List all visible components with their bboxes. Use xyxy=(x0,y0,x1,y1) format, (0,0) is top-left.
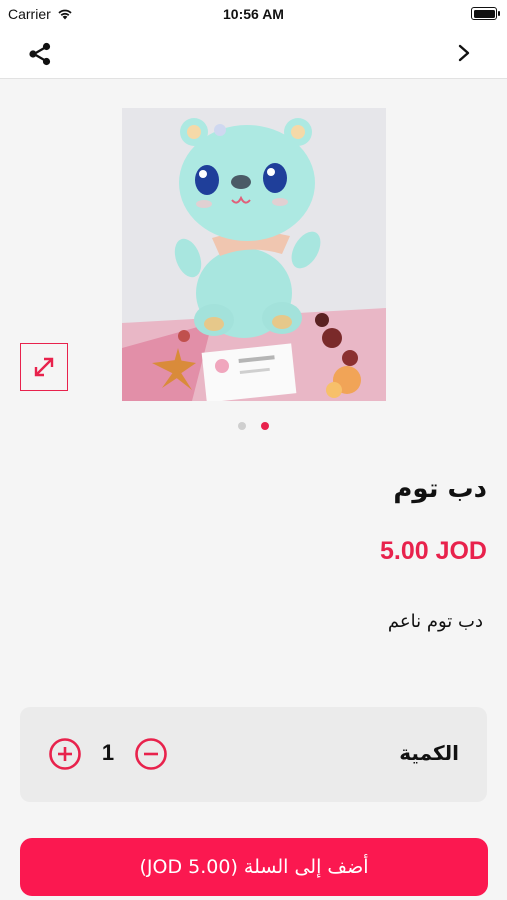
nav-bar xyxy=(0,28,507,79)
product-price: 5.00 JOD xyxy=(379,537,487,565)
share-icon[interactable] xyxy=(26,40,54,68)
expand-button[interactable] xyxy=(20,343,68,391)
status-bar: Carrier 10:56 AM xyxy=(0,0,507,28)
product-description: دب توم ناعم xyxy=(387,611,483,632)
image-gallery[interactable] xyxy=(0,80,507,440)
quantity-label: الكمية xyxy=(399,741,459,765)
gallery-pagination xyxy=(0,422,507,430)
expand-icon xyxy=(34,357,54,377)
add-to-cart-button[interactable]: أضف إلى السلة (5.00 JOD) xyxy=(20,838,488,896)
pagination-dot[interactable] xyxy=(238,422,246,430)
quantity-card: الكمية 1 xyxy=(20,707,487,802)
minus-circle-icon[interactable] xyxy=(134,737,168,771)
quantity-value: 1 xyxy=(101,740,115,765)
battery-icon xyxy=(471,7,500,20)
product-title: دب توم xyxy=(393,474,487,504)
product-image[interactable] xyxy=(122,108,386,401)
pagination-dot-active[interactable] xyxy=(261,422,269,430)
add-to-cart-label: أضف إلى السلة (5.00 JOD) xyxy=(139,856,369,878)
chevron-right-icon[interactable] xyxy=(457,43,471,63)
plus-circle-icon[interactable] xyxy=(48,737,82,771)
clock: 10:56 AM xyxy=(223,6,284,22)
